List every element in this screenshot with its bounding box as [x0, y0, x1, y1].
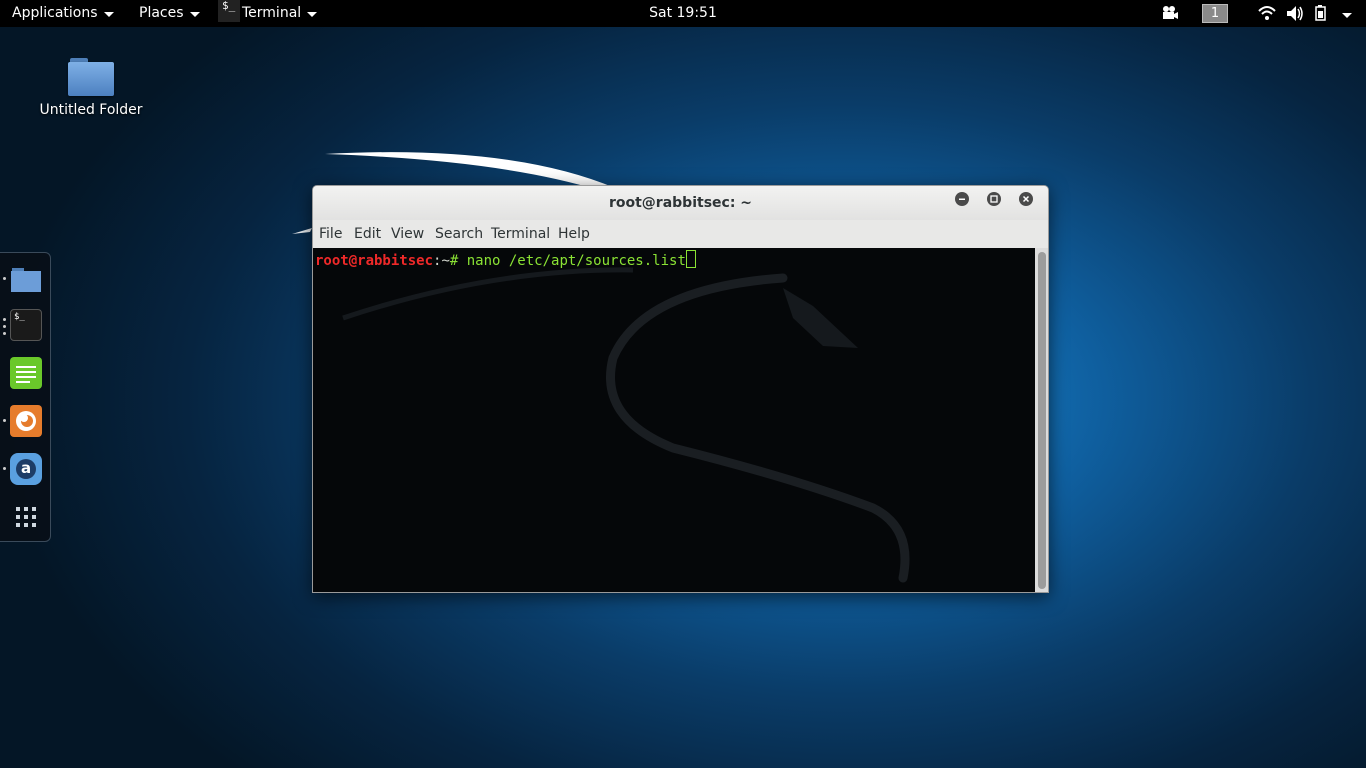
minimize-button[interactable] [955, 192, 969, 206]
prompt-path: :~ [433, 253, 450, 269]
maximize-icon [990, 195, 998, 203]
window-title: root@rabbitsec: ~ [608, 195, 753, 211]
minimize-icon [959, 198, 965, 200]
running-indicator [3, 419, 6, 422]
software-center-glyph: a [21, 459, 32, 477]
dragon-watermark [342, 267, 910, 583]
desktop-folder-label: Untitled Folder [39, 102, 143, 118]
scrollbar[interactable] [1035, 248, 1048, 592]
system-menu-chevron-icon[interactable] [1342, 13, 1352, 18]
command-text: nano /etc/apt/sources.list [466, 253, 686, 269]
terminal-icon: $_ [14, 312, 25, 322]
terminal-line: root@rabbitsec:~# nano /etc/apt/sources.… [315, 250, 696, 270]
applications-label: Applications [12, 5, 98, 21]
desktop-folder[interactable]: Untitled Folder [32, 56, 150, 118]
battery-icon[interactable] [1314, 0, 1330, 27]
terminal-app-icon: $_ [218, 0, 240, 22]
menu-terminal[interactable]: Terminal [491, 226, 550, 242]
folder-icon [11, 268, 41, 292]
menu-edit[interactable]: Edit [354, 226, 381, 242]
dock-software[interactable]: a [10, 453, 42, 485]
window-titlebar[interactable]: root@rabbitsec: ~ [313, 186, 1048, 220]
dock-show-applications[interactable] [10, 501, 42, 533]
dock-terminal[interactable]: $_ [10, 309, 42, 341]
clock[interactable]: Sat 19:51 [649, 5, 717, 21]
menu-search[interactable]: Search [435, 226, 483, 242]
text-editor-icon [16, 366, 36, 383]
applications-menu[interactable]: Applications [12, 0, 114, 27]
running-indicator [3, 318, 6, 321]
volume-icon[interactable] [1285, 0, 1305, 27]
running-indicator [3, 332, 6, 335]
scrollbar-thumb[interactable] [1038, 252, 1046, 589]
dash-dock: $_ a [0, 252, 51, 542]
close-button[interactable] [1019, 192, 1033, 206]
terminal-window[interactable]: root@rabbitsec: ~ File Edit View Search … [312, 185, 1049, 593]
chevron-down-icon [189, 12, 200, 17]
chevron-down-icon [103, 12, 114, 17]
wifi-icon[interactable] [1257, 0, 1277, 27]
video-camera-icon[interactable] [1160, 0, 1180, 27]
menu-view[interactable]: View [391, 226, 424, 242]
window-menubar: File Edit View Search Terminal Help [313, 222, 1048, 246]
chevron-down-icon [307, 12, 318, 17]
places-label: Places [139, 5, 184, 21]
text-cursor [685, 250, 696, 268]
close-icon [1022, 195, 1030, 203]
top-bar: Applications Places $_ Terminal Sat 19:5… [0, 0, 1366, 27]
dock-firefox[interactable] [10, 405, 42, 437]
dock-text-editor[interactable] [10, 357, 42, 389]
firefox-icon [16, 411, 36, 431]
menu-help[interactable]: Help [558, 226, 590, 242]
running-indicator [3, 325, 6, 328]
folder-icon [68, 56, 114, 96]
running-indicator [3, 467, 6, 470]
terminal-area[interactable]: root@rabbitsec:~# nano /etc/apt/sources.… [313, 248, 1035, 592]
dock-files[interactable] [10, 263, 42, 295]
active-app-menu[interactable]: Terminal [242, 0, 318, 27]
workspace-indicator[interactable]: 1 [1202, 4, 1228, 23]
apps-grid-icon [16, 507, 36, 527]
prompt-user: root@rabbitsec [315, 253, 434, 269]
prompt-symbol: # [449, 253, 467, 269]
active-app-label: Terminal [242, 5, 302, 21]
places-menu[interactable]: Places [139, 0, 200, 27]
menu-file[interactable]: File [319, 226, 342, 242]
running-indicator [3, 277, 6, 280]
maximize-button[interactable] [987, 192, 1001, 206]
